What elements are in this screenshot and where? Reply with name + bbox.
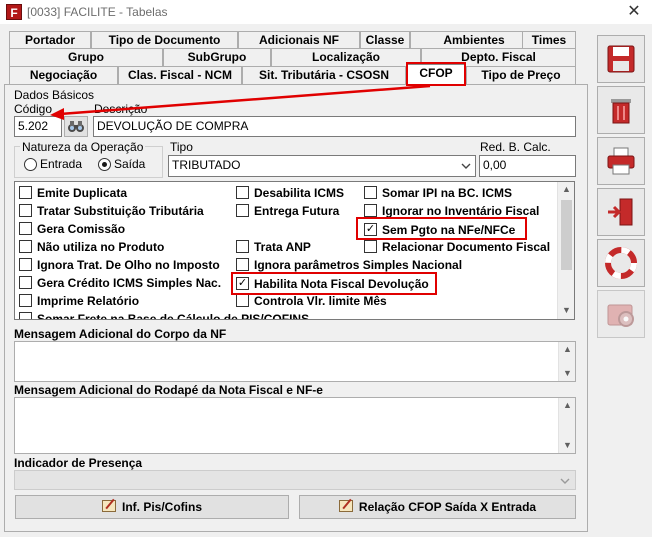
tab-subgrupo[interactable]: SubGrupo: [163, 48, 271, 66]
print-icon: [607, 147, 635, 175]
app-logo-icon: F: [6, 4, 22, 20]
descricao-input[interactable]: DEVOLUÇÃO DE COMPRA: [93, 116, 576, 137]
checkbox[interactable]: [364, 204, 377, 217]
tab-times[interactable]: Times: [522, 31, 576, 49]
checkbox[interactable]: [19, 204, 32, 217]
trash-icon: [611, 99, 631, 124]
print-button[interactable]: [597, 137, 645, 185]
tab-localizacao[interactable]: Localização: [271, 48, 421, 66]
exit-button[interactable]: [597, 188, 645, 236]
scroll-up-icon[interactable]: ▲: [559, 400, 576, 410]
saida-label: Saída: [114, 157, 146, 171]
tab-classe[interactable]: Classe: [360, 31, 410, 49]
settings-icon: [607, 304, 634, 327]
scroll-down-icon[interactable]: ▼: [559, 440, 576, 450]
codigo-input[interactable]: 5.202: [14, 116, 62, 137]
descricao-label: Descrição: [94, 102, 148, 116]
checkbox[interactable]: [364, 240, 377, 253]
tipo-value: TRIBUTADO: [172, 158, 241, 172]
relacao-cfop-button[interactable]: Relação CFOP Saída X Entrada: [299, 495, 576, 519]
binoculars-icon: [68, 121, 84, 132]
checkbox[interactable]: [19, 312, 32, 319]
mensagem-rodape-input[interactable]: ▲ ▼: [14, 397, 576, 454]
checkbox[interactable]: [19, 222, 32, 235]
scroll-down-icon[interactable]: ▼: [559, 368, 576, 378]
tab-sit-tributaria-csosn[interactable]: Sit. Tributária - CSOSN: [242, 66, 406, 84]
options-checklist: Emite Duplicata Tratar Substituição Trib…: [14, 181, 575, 320]
corpo-scrollbar[interactable]: ▲ ▼: [558, 342, 575, 381]
checkbox[interactable]: [19, 294, 32, 307]
tab-cfop[interactable]: CFOP: [406, 64, 466, 85]
natureza-label: Natureza da Operação: [20, 140, 146, 154]
tab-grupo[interactable]: Grupo: [9, 48, 163, 66]
help-button[interactable]: [597, 239, 645, 287]
checkbox[interactable]: [236, 258, 249, 271]
mensagem-rodape-label: Mensagem Adicional do Rodapé da Nota Fis…: [14, 383, 323, 397]
red-calc-input[interactable]: 0,00: [479, 155, 576, 177]
mensagem-corpo-label: Mensagem Adicional do Corpo da NF: [14, 327, 227, 341]
window-title: [0033] FACILITE - Tabelas: [27, 5, 168, 19]
tab-adicionais-nf[interactable]: Adicionais NF: [238, 31, 360, 49]
checkbox[interactable]: [19, 258, 32, 271]
codigo-label: Código: [14, 102, 53, 116]
tab-ambientes[interactable]: Ambientes: [410, 31, 538, 49]
help-icon: [605, 247, 637, 279]
checkbox[interactable]: [236, 294, 249, 307]
close-button[interactable]: ✕: [620, 2, 648, 22]
chevron-down-icon: [560, 478, 570, 484]
exit-icon: [608, 198, 633, 226]
checkbox[interactable]: [236, 204, 249, 217]
checkbox[interactable]: [19, 240, 32, 253]
rodape-scrollbar[interactable]: ▲ ▼: [558, 398, 575, 453]
save-icon: [607, 45, 635, 73]
save-button[interactable]: [597, 35, 645, 83]
mensagem-corpo-input[interactable]: ▲ ▼: [14, 341, 576, 382]
scroll-up-icon[interactable]: ▲: [559, 344, 576, 354]
scroll-thumb[interactable]: [561, 200, 572, 270]
delete-button[interactable]: [597, 86, 645, 134]
indicador-presenca-label: Indicador de Presença: [14, 456, 143, 470]
lookup-button[interactable]: [64, 116, 88, 137]
tab-negociacao[interactable]: Negociação: [9, 66, 118, 84]
tipo-label: Tipo: [170, 140, 193, 154]
tab-tipo-de-preco[interactable]: Tipo de Preço: [466, 66, 576, 84]
tab-portador[interactable]: Portador: [9, 31, 91, 49]
tipo-select[interactable]: TRIBUTADO: [168, 155, 476, 177]
checkbox-checked[interactable]: ✓: [236, 277, 249, 290]
indicador-presenca-select[interactable]: [14, 470, 576, 490]
entrada-label: Entrada: [40, 157, 83, 171]
tab-tipo-documento[interactable]: Tipo de Documento: [91, 31, 238, 49]
dados-basicos-label: Dados Básicos: [14, 88, 95, 102]
tab-clas-fiscal-ncm[interactable]: Clas. Fiscal - NCM: [118, 66, 242, 84]
checkbox[interactable]: [364, 186, 377, 199]
edit-icon: [338, 500, 353, 512]
edit-icon: [101, 500, 116, 512]
pis-cofins-button[interactable]: Inf. Pis/Cofins: [15, 495, 289, 519]
red-calc-label: Red. B. Calc.: [480, 140, 551, 154]
options-scrollbar[interactable]: ▲ ▼: [557, 182, 574, 319]
checkbox[interactable]: [236, 240, 249, 253]
checkbox[interactable]: [19, 186, 32, 199]
chevron-down-icon: [461, 163, 471, 169]
scroll-up-icon[interactable]: ▲: [558, 184, 574, 194]
entrada-radio[interactable]: [24, 158, 37, 171]
settings-button[interactable]: [597, 290, 645, 338]
scroll-down-icon[interactable]: ▼: [558, 305, 574, 315]
checkbox[interactable]: [19, 276, 32, 289]
saida-radio[interactable]: [98, 158, 111, 171]
checkbox-checked[interactable]: ✓: [364, 223, 377, 236]
checkbox[interactable]: [236, 186, 249, 199]
